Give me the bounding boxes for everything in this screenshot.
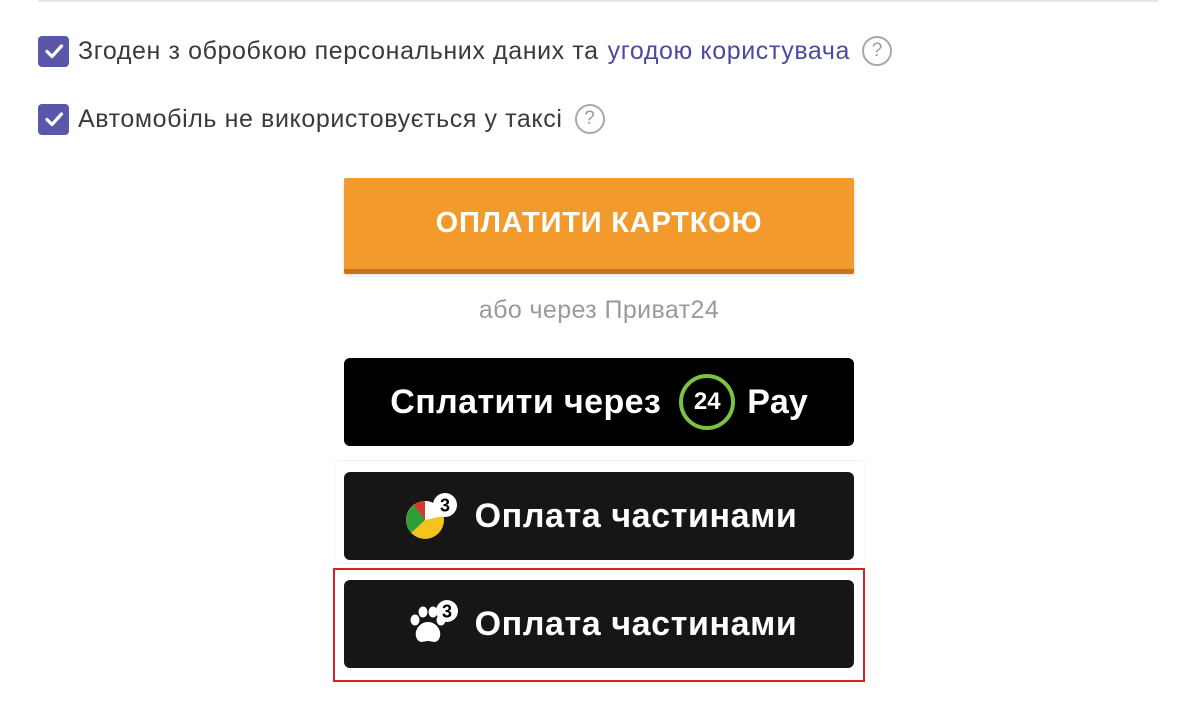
question-circle-icon[interactable]: ? (574, 104, 605, 134)
installment-badge: 3 (440, 496, 450, 516)
pay-by-card-label: ОПЛАТИТИ КАРТКОЮ (435, 207, 763, 239)
agreement-row-personal-data: Згоден з обробкою персональних даних та … (38, 34, 893, 68)
not-taxi-checkbox[interactable] (38, 103, 69, 135)
privat24-pay-suffix: Pay (747, 382, 808, 421)
checkmark-icon (44, 44, 63, 59)
payment-page: Згоден з обробкою персональних даних та … (0, 0, 1200, 704)
selected-option-highlight (333, 568, 865, 682)
alternative-payment-text: або через Приват24 (478, 296, 720, 324)
not-taxi-label: Автомобіль не використовується у таксі (78, 104, 563, 133)
installment-pie-label: Оплата частинами (474, 496, 798, 535)
personal-data-label: Згоден з обробкою персональних даних та (78, 36, 599, 65)
pie-chart-3-icon: 3 (405, 493, 457, 539)
top-divider (38, 0, 1158, 2)
user-agreement-link[interactable]: угодою користувача (608, 37, 850, 66)
pay-by-card-button[interactable]: ОПЛАТИТИ КАРТКОЮ (344, 178, 854, 274)
checkmark-icon (44, 112, 63, 127)
privat24-logo-icon: 24 (679, 374, 736, 430)
installment-pie-button[interactable]: 3 Оплата частинами (344, 472, 854, 560)
question-circle-icon[interactable]: ? (862, 36, 893, 66)
privat24-pay-button[interactable]: Сплатити через 24 Pay (344, 358, 854, 446)
agreement-row-not-taxi: Автомобіль не використовується у таксі ? (38, 102, 605, 136)
personal-data-checkbox[interactable] (38, 35, 69, 67)
privat24-pay-label: Сплатити через (390, 382, 662, 421)
